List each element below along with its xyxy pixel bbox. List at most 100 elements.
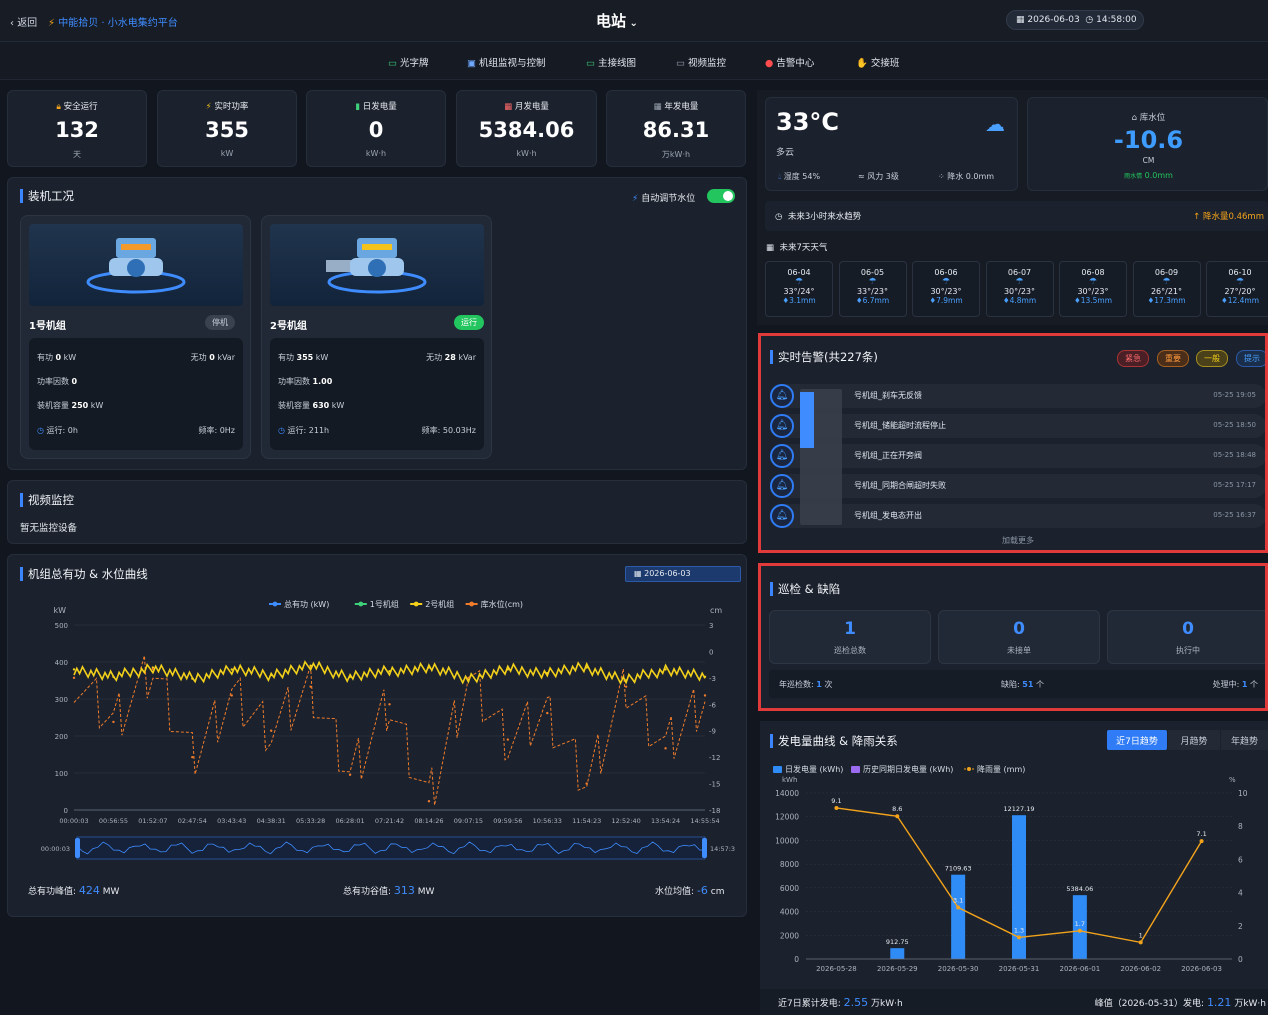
forecast-date: 06-10: [1228, 268, 1252, 277]
x-tick-label: 10:56:33: [533, 817, 562, 825]
kpi-yearly-generation: ▦ 年发电量 86.31 万kW·h: [606, 90, 746, 167]
point-unit2: [388, 670, 391, 673]
x-tick-label: 09:07:15: [454, 817, 483, 825]
power-level-chart-panel: 机组总有功 & 水位曲线 ▦ 2026-06-03 kW cm 0 100 200 300…: [7, 554, 747, 917]
run-hours: ◷ 运行: 211h: [278, 426, 330, 435]
nav-item-unit-control[interactable]: ▣ 机组监视与控制: [467, 55, 546, 69]
unit-name: 2号机组: [270, 321, 307, 332]
rainfall-value-label: 1.3: [1014, 926, 1024, 934]
y-tick-label: 12000: [775, 813, 799, 822]
diagram-icon: ▭: [586, 58, 598, 69]
unit-card-1[interactable]: 1号机组 停机 有功 0 kW 无功 0 kVar 功率因数 0 装机容量 25…: [20, 215, 251, 459]
y-tick-label: 0: [64, 807, 68, 815]
calendar-icon: ▦: [1016, 15, 1028, 25]
turbine-illustration: [326, 238, 427, 294]
weather-desc: 多云: [776, 148, 795, 158]
series-water-level: [73, 655, 706, 806]
forecast-date: 06-07: [1007, 268, 1032, 277]
capacity: 装机容量 250 kW: [37, 401, 104, 410]
power-factor: 功率因数 1.00: [278, 377, 333, 386]
forecast-temp: 26°/21°: [1150, 287, 1183, 296]
water-level-value: -10.6: [1113, 126, 1184, 154]
point-rainfall: [1199, 839, 1204, 844]
kpi-monthly-generation: ▦ 月发电量 5384.06 kW·h: [456, 90, 597, 167]
nav-item-signboard[interactable]: ▭ 光字牌: [388, 55, 429, 69]
point-water-level: [269, 729, 273, 732]
machines-panel: 装机工况 ⚡ 自动调节水位 1号机组 停机 有功 0 kW 无功 0 kVar …: [7, 177, 747, 470]
legend-label: 日发电量 (kWh): [785, 764, 843, 774]
level-stat: 水位均值: -6 cm: [655, 884, 725, 897]
range-start-label: 00:00:03: [41, 845, 70, 853]
kpi-unit: 万kW·h: [661, 150, 691, 159]
point-unit2: [506, 668, 510, 671]
forecast-date: 06-04: [787, 268, 811, 277]
frequency: 频率: 50.03Hz: [421, 426, 476, 435]
bar-value-label: 12127.19: [1003, 805, 1034, 813]
y2-axis-label: %: [1229, 776, 1236, 784]
legend-dot: [358, 601, 364, 607]
point-unit2: [230, 668, 233, 671]
y-axis-label: kWh: [782, 776, 797, 784]
point-water-level: [703, 694, 707, 697]
legend-label: 降雨量 (mm): [977, 764, 1025, 774]
empty-message: 暂无监控设备: [20, 523, 78, 534]
kpi-unit: kW·h: [365, 149, 387, 158]
point-water-level: [348, 773, 352, 776]
rain-cloud-icon: ☂: [1235, 277, 1245, 287]
turbine-image: [270, 224, 484, 306]
forecast-rain: ♦17.3mm: [1147, 296, 1186, 305]
y2-tick-label: 2: [1238, 922, 1243, 931]
top-bar: ‹ 返回 ⚡ 中能拾贝 · 小水电集约平台 电站 ⌄ ▦ 2026-06-03 …: [0, 0, 1268, 42]
legend-dot: [272, 601, 278, 607]
bar-value-label: 5384.06: [1066, 885, 1093, 893]
x-tick-label: 02:47:54: [178, 817, 207, 825]
rainfall-value-label: 9.1: [831, 797, 841, 805]
y2-tick-label: -12: [709, 754, 720, 762]
forecast-temp: 33°/23°: [856, 287, 889, 296]
weekly-total: 近7日累计发电: 2.55 万kW·h: [778, 996, 903, 1009]
back-button[interactable]: ‹ 返回: [10, 14, 37, 29]
unit-card-2[interactable]: 2号机组 运行 有功 355 kW 无功 28 kVar 功率因数 1.00 装…: [261, 215, 492, 459]
control-icon: ▣: [467, 58, 479, 69]
x-tick-label: 06:28:01: [335, 817, 364, 825]
nav-item-wiring[interactable]: ▭ 主接线图: [586, 55, 636, 69]
rainfall-value-label: 3.1: [953, 897, 963, 905]
point-unit2: [664, 668, 667, 671]
unit-name: 1号机组: [29, 321, 66, 332]
y-tick-label: 2000: [780, 931, 799, 940]
y-tick-label: 400: [55, 659, 68, 667]
toggle-knob: [723, 191, 733, 201]
rainfall-value-label: 1: [1139, 931, 1143, 939]
y2-tick-label: -18: [709, 807, 720, 815]
legend-label: 历史同期日发电量 (kWh): [863, 764, 953, 774]
inflow-trend-label: ◷ 未来3小时来水趋势: [775, 212, 862, 222]
precipitation: ⁘ 降水 0.0mm: [938, 172, 995, 181]
clock-icon: ◷: [1085, 15, 1097, 25]
legend-swatch: [773, 766, 782, 773]
nav-item-alarms[interactable]: ● 告警中心: [765, 55, 814, 69]
brand: ⚡ 中能拾贝 · 小水电集约平台: [48, 14, 178, 29]
station-selector[interactable]: 电站 ⌄: [596, 10, 638, 31]
frequency: 频率: 0Hz: [198, 426, 235, 435]
nav-item-handover[interactable]: ✋ 交接班: [856, 55, 899, 69]
auto-adjust-toggle[interactable]: [707, 189, 735, 203]
generation-panel: 发电量曲线 & 降雨关系 近7日趋势 月趋势 年趋势 日发电量 (kWh) 历史同…: [760, 721, 1268, 1015]
turbine-image: [29, 224, 243, 306]
highlight-frame-patrol: [758, 563, 1268, 711]
camera-icon: ▭: [676, 58, 688, 69]
bar-value-label: 912.75: [886, 938, 909, 946]
series-unit2: [73, 660, 706, 686]
video-panel: 视频监控 暂无监控设备: [7, 480, 747, 544]
forecast-day: 06-07 ☂ 30°/23° ♦4.8mm: [985, 261, 1054, 317]
peak-stat: 总有功峰值: 424 MW: [28, 884, 120, 897]
y2-axis-label: cm: [710, 606, 722, 615]
point-unit2: [624, 679, 628, 682]
brand-name: 中能拾贝 · 小水电集约平台: [58, 18, 178, 29]
x-tick-label: 2026-06-02: [1120, 965, 1161, 973]
x-tick-label: 12:52:40: [612, 817, 641, 825]
nav-item-video[interactable]: ▭ 视频监控: [676, 55, 726, 69]
kpi-unit: kW: [220, 149, 234, 158]
legend-label: 库水位(cm): [481, 599, 523, 609]
rainfall-value-label: 7.1: [1196, 830, 1206, 838]
kpi-value: 0: [368, 118, 384, 142]
